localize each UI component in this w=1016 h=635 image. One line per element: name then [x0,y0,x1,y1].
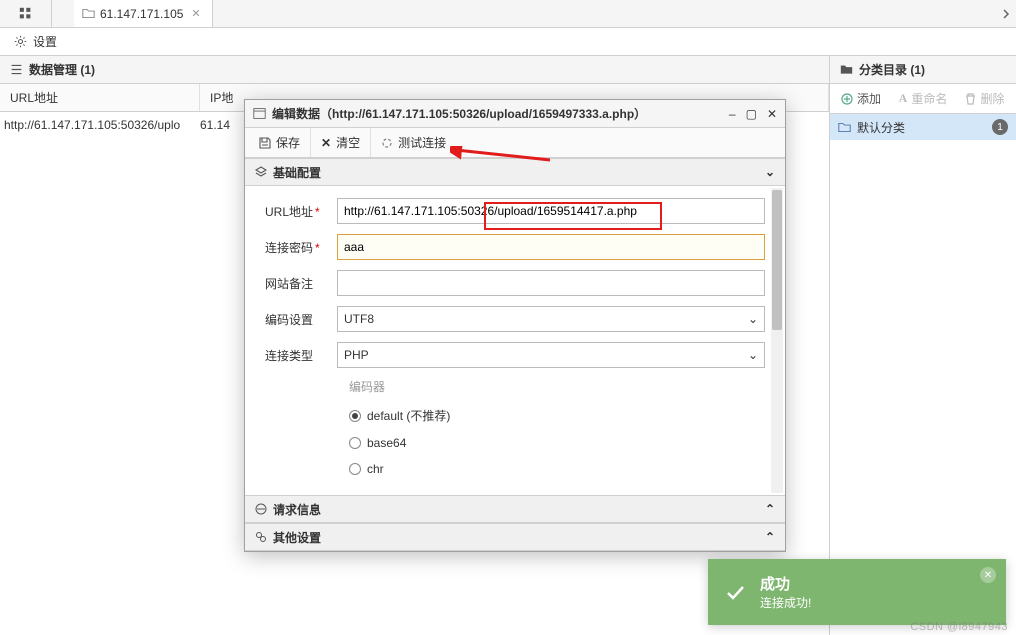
trash-icon [965,93,976,105]
gear-icon [14,35,27,48]
radio-icon [349,437,361,449]
section-basic-header[interactable]: 基础配置 ⌄ [245,158,785,186]
overflow-button[interactable] [996,9,1016,19]
section-request-header[interactable]: 请求信息 ⌃ [245,495,785,523]
toast-close-button[interactable]: ✕ [980,567,996,583]
gears-icon [255,531,267,543]
url-input[interactable] [337,198,765,224]
toast-message: 连接成功! [760,594,811,611]
section-other-header[interactable]: 其他设置 ⌃ [245,523,785,551]
app-menu-button[interactable] [0,0,52,27]
scrollbar[interactable] [771,188,783,493]
save-icon [259,137,271,149]
clear-button[interactable]: ✕ 清空 [311,128,371,157]
close-icon: ✕ [321,136,331,150]
chevron-right-icon [1002,9,1010,19]
success-toast: 成功 连接成功! ✕ [708,559,1006,625]
add-category-button[interactable]: 添加 [830,84,892,113]
folder-icon [82,7,95,20]
test-connection-button[interactable]: 测试连接 [371,128,456,157]
note-input[interactable] [337,270,765,296]
toast-title: 成功 [760,573,811,594]
settings-button[interactable]: 设置 [33,33,57,50]
save-button[interactable]: 保存 [249,128,311,157]
col-url[interactable]: URL地址 [0,84,200,111]
conn-type-select[interactable]: PHP ⌄ [337,342,765,368]
spinner-icon [381,137,393,149]
chevron-down-icon: ⌄ [748,312,758,326]
folder-icon [840,63,853,76]
grid-icon [19,7,32,20]
folder-icon [838,121,851,134]
chevron-down-icon: ⌄ [765,165,775,179]
dialog-title: 编辑数据（http://61.147.171.105:50326/upload/… [272,105,723,122]
category-item-label: 默认分类 [857,119,905,136]
encoder-option-default[interactable]: default (不推荐) [349,407,765,424]
encoder-label: 编码器 [349,378,765,395]
category-panel-title: 分类目录 (1) [859,61,925,78]
url-label: URL地址 [265,205,313,219]
encoding-label: 编码设置 [257,311,337,328]
conn-type-label: 连接类型 [257,347,337,364]
check-icon [724,581,746,603]
category-item[interactable]: 默认分类 1 [830,114,1016,140]
data-panel-title: 数据管理 (1) [29,61,95,78]
chevron-up-icon: ⌃ [765,530,775,544]
category-count-badge: 1 [992,119,1008,135]
password-input[interactable] [337,234,765,260]
minimize-button[interactable]: – [729,107,736,121]
chevron-down-icon: ⌄ [748,348,758,362]
ie-icon [255,503,267,515]
font-icon: A [899,91,908,106]
maximize-button[interactable]: ▢ [746,107,757,121]
edit-data-dialog: 编辑数据（http://61.147.171.105:50326/upload/… [244,99,786,552]
chevron-up-icon: ⌃ [765,502,775,516]
password-label: 连接密码 [265,241,313,255]
encoder-option-base64[interactable]: base64 [349,436,765,450]
cell-url: http://61.147.171.105:50326/uplo [4,118,200,132]
layers-icon [255,166,267,178]
delete-category-button[interactable]: 删除 [954,84,1016,113]
tab-label: 61.147.171.105 [100,7,183,21]
tab-close-button[interactable]: ✕ [188,7,203,20]
category-panel: 分类目录 (1) 添加 A 重命名 删除 默认分类 1 [830,56,1016,635]
list-icon [10,63,23,76]
plus-icon [841,93,853,105]
tab-connection[interactable]: 61.147.171.105 ✕ [74,0,213,27]
encoder-option-chr[interactable]: chr [349,462,765,476]
radio-icon [349,410,361,422]
window-icon [253,107,266,120]
encoding-select[interactable]: UTF8 ⌄ [337,306,765,332]
scroll-thumb[interactable] [772,190,782,330]
radio-icon [349,463,361,475]
note-label: 网站备注 [257,275,337,292]
close-button[interactable]: ✕ [767,107,777,121]
rename-category-button[interactable]: A 重命名 [892,84,954,113]
